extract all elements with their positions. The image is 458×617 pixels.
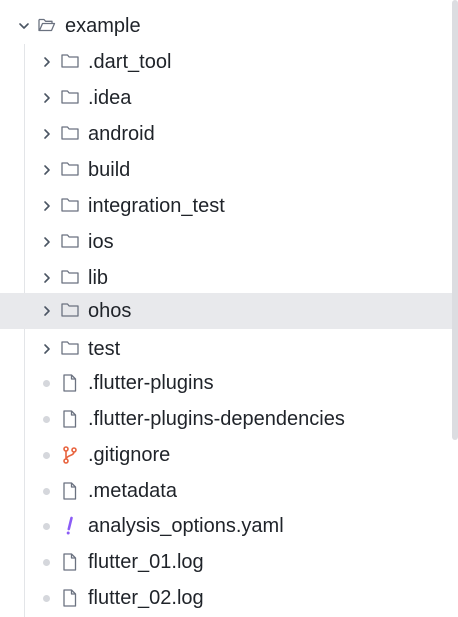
chevron-right-icon[interactable] <box>40 271 54 285</box>
bullet-icon <box>43 452 50 459</box>
tree-item-folder[interactable]: test <box>0 331 452 367</box>
bullet-icon <box>43 559 50 566</box>
project-tree: example .dart_tool .idea android build i… <box>0 0 458 617</box>
tree-item-label: flutter_01.log <box>88 551 204 573</box>
bullet-icon <box>43 416 50 423</box>
chevron-right-icon[interactable] <box>40 304 54 318</box>
chevron-right-icon[interactable] <box>40 342 54 356</box>
tree-item-file[interactable]: flutter_01.log <box>0 544 452 580</box>
folder-icon <box>60 267 80 287</box>
folder-icon <box>60 300 80 320</box>
tree-item-label: lib <box>88 267 109 289</box>
tree-item-folder[interactable]: android <box>0 116 452 152</box>
tree-item-label: .dart_tool <box>88 51 172 73</box>
tree-item-file[interactable]: .metadata <box>0 473 452 509</box>
tree-item-folder[interactable]: build <box>0 152 452 188</box>
scrollbar-thumb[interactable] <box>452 0 458 440</box>
tree-item-label: .idea <box>88 87 132 109</box>
git-branch-icon <box>60 445 80 465</box>
tree-item-label: test <box>88 338 121 360</box>
folder-icon <box>60 87 80 107</box>
tree-item-label: build <box>88 159 131 181</box>
chevron-right-icon[interactable] <box>40 163 54 177</box>
tree-root-example[interactable]: example <box>0 8 452 44</box>
chevron-right-icon[interactable] <box>40 199 54 213</box>
tree-item-label: flutter_02.log <box>88 587 204 609</box>
tree-item-label: android <box>88 123 155 145</box>
folder-open-icon <box>37 15 57 35</box>
tree-item-folder[interactable]: lib <box>0 260 452 296</box>
tree-item-folder[interactable]: integration_test <box>0 188 452 224</box>
tree-item-file[interactable]: .flutter-plugins <box>0 365 452 401</box>
bullet-icon <box>43 380 50 387</box>
tree-item-folder[interactable]: .dart_tool <box>0 44 452 80</box>
tree-item-label: .flutter-plugins-dependencies <box>88 408 345 430</box>
tree-item-label: integration_test <box>88 195 225 217</box>
tree-item-label: .metadata <box>88 480 177 502</box>
tree-item-file[interactable]: flutter_02.log <box>0 580 452 616</box>
file-icon <box>60 481 80 501</box>
bullet-icon <box>43 523 50 530</box>
file-icon <box>60 373 80 393</box>
folder-icon <box>60 231 80 251</box>
tree-item-file[interactable]: analysis_options.yaml <box>0 508 452 544</box>
tree-item-folder[interactable]: ios <box>0 224 452 260</box>
file-icon <box>60 588 80 608</box>
file-icon <box>60 409 80 429</box>
chevron-down-icon[interactable] <box>17 19 31 33</box>
tree-item-file[interactable]: .flutter-plugins-dependencies <box>0 401 452 437</box>
vertical-scrollbar[interactable] <box>452 0 458 617</box>
tree-item-label: analysis_options.yaml <box>88 515 284 537</box>
tree-item-label: ohos <box>88 300 132 322</box>
tree-root-label: example <box>65 15 141 37</box>
chevron-right-icon[interactable] <box>40 91 54 105</box>
tree-item-folder[interactable]: .idea <box>0 80 452 116</box>
tree-item-label: .flutter-plugins <box>88 372 214 394</box>
chevron-right-icon[interactable] <box>40 127 54 141</box>
tree-item-folder-selected[interactable]: ohos <box>0 293 452 329</box>
tree-item-label: .gitignore <box>88 444 171 466</box>
bullet-icon <box>43 488 50 495</box>
chevron-right-icon[interactable] <box>40 235 54 249</box>
bullet-icon <box>43 595 50 602</box>
exclamation-icon <box>60 516 80 536</box>
file-icon <box>60 552 80 572</box>
folder-icon <box>60 159 80 179</box>
tree-item-file[interactable]: .gitignore <box>0 437 452 473</box>
folder-icon <box>60 51 80 71</box>
folder-icon <box>60 338 80 358</box>
folder-icon <box>60 195 80 215</box>
folder-icon <box>60 123 80 143</box>
chevron-right-icon[interactable] <box>40 55 54 69</box>
tree-item-label: ios <box>88 231 114 253</box>
